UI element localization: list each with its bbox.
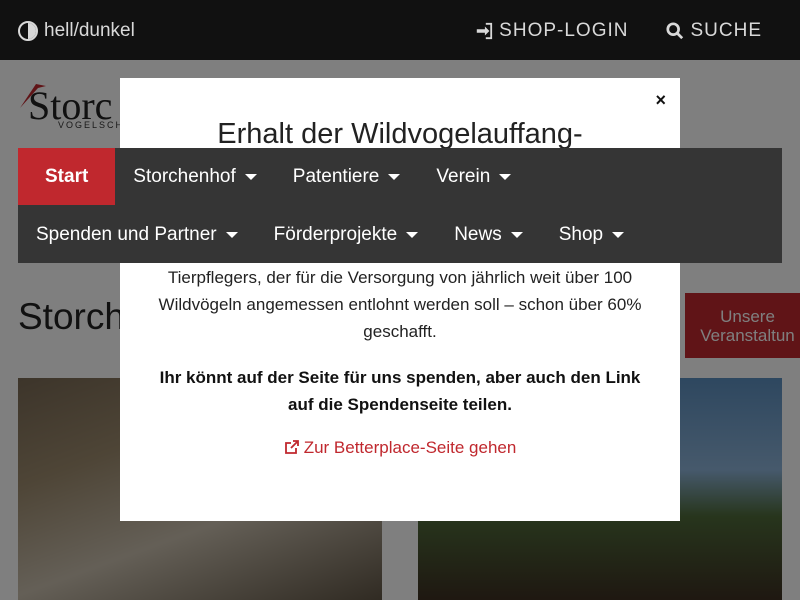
nav-item-foerderprojekte[interactable]: Förderprojekte [256, 206, 437, 263]
nav-item-news[interactable]: News [436, 206, 541, 263]
top-actions: SHOP-LOGIN SUCHE [475, 20, 762, 42]
nav-item-label: Shop [558, 223, 604, 245]
caret-down-icon [388, 173, 401, 180]
nav-item-spenden-und-partner[interactable]: Spenden und Partner [18, 206, 256, 263]
nav-item-label: Verein [436, 165, 491, 187]
nav-item-label: Förderprojekte [273, 223, 398, 245]
shop-login-label: SHOP-LOGIN [499, 20, 629, 41]
nav-item-start[interactable]: Start [18, 148, 116, 205]
caret-down-icon [244, 173, 257, 180]
caret-down-icon [406, 231, 419, 238]
modal-title: Erhalt der Wildvogelauffang- [217, 118, 583, 150]
sign-in-icon [476, 22, 493, 40]
nav-item-label: Patentiere [292, 165, 380, 187]
nav-item-label: Spenden und Partner [36, 223, 217, 245]
nav-item-verein[interactable]: Verein [418, 148, 529, 205]
caret-down-icon [510, 231, 523, 238]
betterplace-link-label: Zur Betterplace-Seite gehen [303, 438, 517, 457]
search-label: SUCHE [690, 20, 762, 41]
nav-item-label: News [454, 223, 502, 245]
contrast-icon [18, 21, 38, 41]
search-icon [666, 22, 684, 40]
nav-row-2: Spenden und Partner Förderprojekte News … [18, 206, 642, 263]
close-button[interactable]: × [655, 90, 666, 111]
modal-bold-text: Ihr könnt auf der Seite für uns spenden,… [159, 368, 641, 414]
top-bar: hell/dunkel SHOP-LOGIN SUCHE [0, 0, 800, 60]
shop-login-link[interactable]: SHOP-LOGIN [475, 20, 628, 42]
nav-item-shop[interactable]: Shop [541, 206, 642, 263]
nav-row-1: Start Storchenhof Patentiere Verein [18, 148, 529, 205]
external-link-icon [284, 440, 299, 454]
nav-item-label: Start [45, 165, 89, 187]
main-navigation: Start Storchenhof Patentiere Verein Spen… [18, 148, 782, 263]
caret-down-icon [612, 231, 625, 238]
modal-text: Tierpflegers, der für die Versorgung von… [158, 268, 642, 341]
betterplace-link[interactable]: Zur Betterplace-Seite gehen [120, 438, 680, 458]
search-link[interactable]: SUCHE [666, 20, 762, 42]
nav-item-label: Storchenhof [133, 165, 236, 187]
nav-item-patentiere[interactable]: Patentiere [275, 148, 419, 205]
theme-toggle[interactable]: hell/dunkel [18, 20, 135, 42]
theme-toggle-label: hell/dunkel [44, 20, 135, 41]
caret-down-icon [499, 173, 512, 180]
caret-down-icon [225, 231, 238, 238]
nav-item-storchenhof[interactable]: Storchenhof [115, 148, 274, 205]
donation-modal: × Erhalt der Wildvogelauffang- Tierpfleg… [120, 78, 680, 521]
